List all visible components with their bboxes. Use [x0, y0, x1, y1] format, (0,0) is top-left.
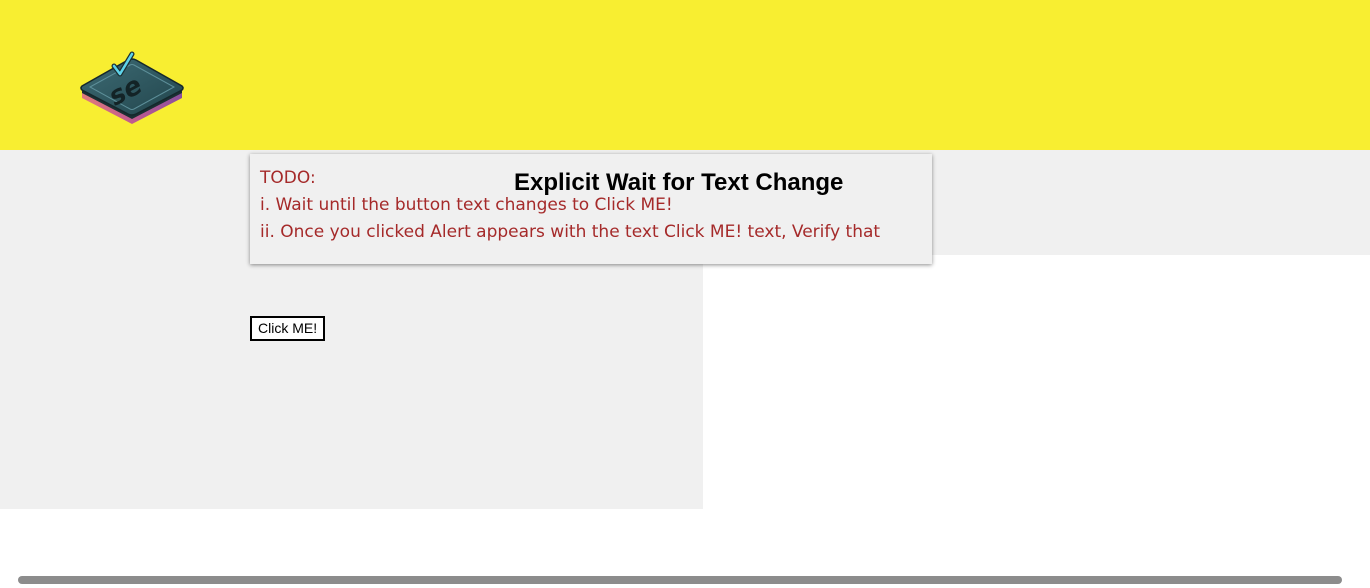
scrollbar-thumb[interactable]	[18, 576, 1342, 584]
horizontal-scrollbar[interactable]	[0, 570, 1370, 588]
todo-panel: TODO: Explicit Wait for Text Change i. W…	[250, 154, 932, 264]
todo-label: TODO:	[260, 168, 316, 188]
click-me-button[interactable]: Click ME!	[250, 316, 326, 341]
main-content-area: TODO: Explicit Wait for Text Change i. W…	[0, 150, 1370, 509]
page-header: se	[0, 0, 1370, 150]
todo-step-1: i. Wait until the button text changes to…	[260, 195, 673, 215]
page-title: Explicit Wait for Text Change	[514, 169, 844, 196]
blank-panel	[703, 255, 1370, 509]
todo-step-2: ii. Once you clicked Alert appears with …	[260, 222, 881, 242]
selenium-logo-icon: se	[78, 48, 186, 126]
